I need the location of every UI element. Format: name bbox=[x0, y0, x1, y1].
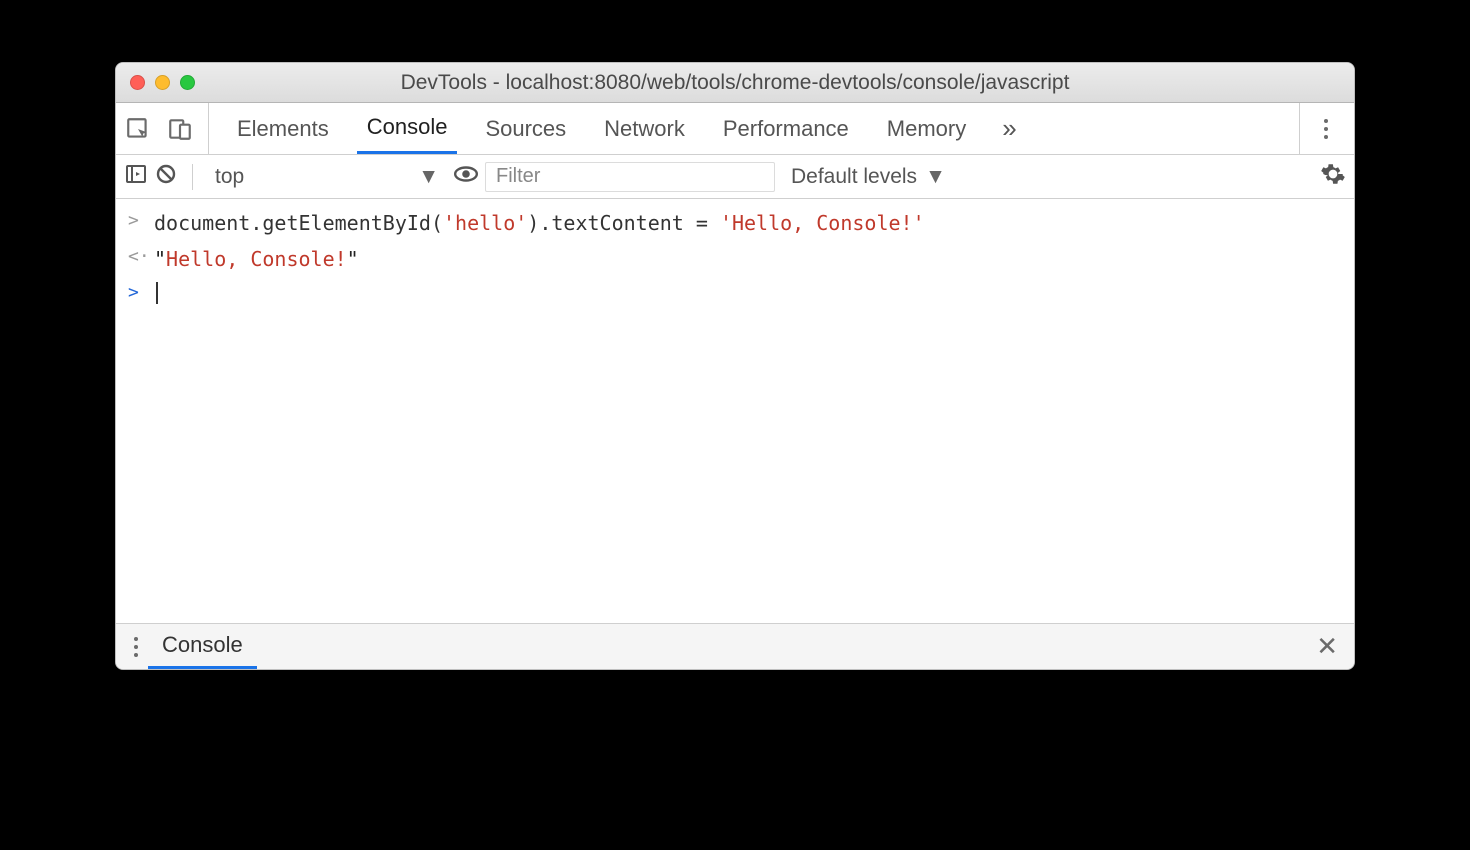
inspect-element-icon[interactable] bbox=[124, 115, 152, 143]
close-window-button[interactable] bbox=[130, 75, 145, 90]
tab-console[interactable]: Console bbox=[357, 103, 458, 154]
tab-label: Console bbox=[367, 114, 448, 140]
toggle-sidebar-icon[interactable] bbox=[124, 162, 148, 192]
result-prompt-icon: <· bbox=[128, 243, 154, 272]
tab-label: Network bbox=[604, 116, 685, 142]
input-prompt-icon: > bbox=[128, 207, 154, 236]
tab-sources[interactable]: Sources bbox=[475, 103, 576, 154]
more-tabs-button[interactable]: » bbox=[994, 113, 1024, 144]
chevron-double-right-icon: » bbox=[1002, 113, 1016, 143]
separator bbox=[192, 164, 193, 190]
execution-context-select[interactable]: top ▼ bbox=[207, 165, 447, 189]
window-controls bbox=[130, 75, 195, 90]
tab-performance[interactable]: Performance bbox=[713, 103, 859, 154]
console-command-text: document.getElementById('hello').textCon… bbox=[154, 207, 925, 239]
clear-console-icon[interactable] bbox=[154, 162, 178, 192]
live-expression-icon[interactable] bbox=[453, 161, 479, 193]
drawer: Console ✕ bbox=[116, 623, 1354, 669]
minimize-window-button[interactable] bbox=[155, 75, 170, 90]
tab-memory[interactable]: Memory bbox=[877, 103, 976, 154]
tab-network[interactable]: Network bbox=[594, 103, 695, 154]
console-result-text: "Hello, Console!" bbox=[154, 243, 359, 275]
drawer-tab-label: Console bbox=[162, 632, 243, 658]
filter-input[interactable] bbox=[485, 162, 775, 192]
console-result-row: <· "Hello, Console!" bbox=[116, 241, 1354, 277]
log-levels-select[interactable]: Default levels ▼ bbox=[781, 165, 956, 189]
tab-label: Sources bbox=[485, 116, 566, 142]
main-menu-button[interactable] bbox=[1314, 119, 1338, 139]
console-input-row: > document.getElementById('hello').textC… bbox=[116, 205, 1354, 241]
main-tabstrip: Elements Console Sources Network Perform… bbox=[116, 103, 1354, 155]
tab-label: Memory bbox=[887, 116, 966, 142]
console-toolbar: top ▼ Default levels ▼ bbox=[116, 155, 1354, 199]
context-label: top bbox=[215, 165, 244, 189]
active-prompt-icon: > bbox=[128, 279, 154, 308]
window-title: DevTools - localhost:8080/web/tools/chro… bbox=[116, 71, 1354, 95]
console-settings-icon[interactable] bbox=[1320, 161, 1346, 193]
levels-label: Default levels bbox=[791, 165, 917, 189]
console-prompt-row[interactable]: > bbox=[116, 277, 1354, 310]
zoom-window-button[interactable] bbox=[180, 75, 195, 90]
chevron-down-icon: ▼ bbox=[418, 165, 439, 189]
drawer-tab-console[interactable]: Console bbox=[148, 624, 257, 669]
close-drawer-button[interactable]: ✕ bbox=[1308, 631, 1346, 662]
device-toolbar-icon[interactable] bbox=[166, 115, 194, 143]
tab-label: Performance bbox=[723, 116, 849, 142]
chevron-down-icon: ▼ bbox=[925, 165, 946, 189]
tab-elements[interactable]: Elements bbox=[227, 103, 339, 154]
tab-label: Elements bbox=[237, 116, 329, 142]
console-output[interactable]: > document.getElementById('hello').textC… bbox=[116, 199, 1354, 623]
drawer-menu-button[interactable] bbox=[124, 637, 148, 657]
text-cursor bbox=[156, 282, 158, 304]
panel-tabs: Elements Console Sources Network Perform… bbox=[209, 103, 1299, 154]
devtools-window: DevTools - localhost:8080/web/tools/chro… bbox=[115, 62, 1355, 670]
titlebar[interactable]: DevTools - localhost:8080/web/tools/chro… bbox=[116, 63, 1354, 103]
